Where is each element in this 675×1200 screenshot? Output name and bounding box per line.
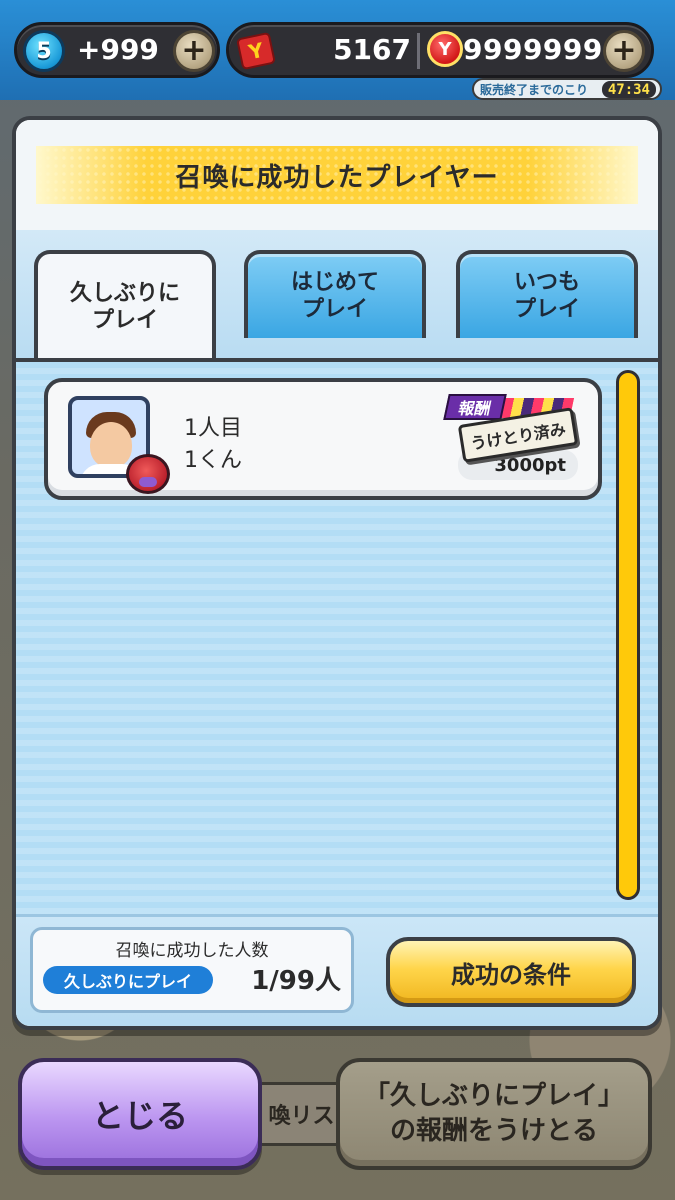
- close-button[interactable]: とじる: [18, 1058, 262, 1170]
- sale-label: 販売終了までのこり: [480, 82, 589, 97]
- money-icon: Y: [427, 31, 463, 67]
- count-value: 1/99人: [251, 966, 341, 996]
- list-scrollbar[interactable]: [616, 370, 640, 900]
- modal-footer: 召喚に成功した人数 久しぶりにプレイ 1/99人 成功の条件: [16, 914, 658, 1026]
- sale-countdown: 販売終了までのこり 47:34: [472, 78, 662, 100]
- ticket-icon: Y: [236, 31, 276, 71]
- status-bar: 5 +999 + Y 5167 Y 9999999 + 販売終了までのこり 47…: [0, 0, 675, 100]
- success-conditions-button[interactable]: 成功の条件: [386, 937, 636, 1007]
- add-stamina-button[interactable]: +: [173, 30, 215, 72]
- count-label: 召喚に成功した人数: [115, 941, 269, 961]
- avatar-face: [90, 422, 132, 468]
- currency-pill: Y 5167 Y 9999999 +: [226, 22, 654, 78]
- summon-success-modal: 召喚に成功したプレイヤー 久しぶりに プレイ はじめて プレイ いつも プレイ …: [12, 116, 662, 1030]
- reward-tag: 報酬: [443, 394, 507, 420]
- tabs-bar: 久しぶりに プレイ はじめて プレイ いつも プレイ: [16, 230, 658, 360]
- player-list[interactable]: 1人目 1くん 3000pt 報酬 うけとり済み: [16, 358, 658, 914]
- modal-title: 召喚に成功したプレイヤー: [175, 162, 499, 193]
- title-band: 召喚に成功したプレイヤー: [36, 146, 638, 204]
- tab-regular[interactable]: いつも プレイ: [456, 250, 638, 338]
- money-value: 9999999: [463, 33, 603, 66]
- success-count-box: 召喚に成功した人数 久しぶりにプレイ 1/99人: [30, 927, 354, 1013]
- ticket-value: 5167: [333, 33, 411, 66]
- tab-long-time[interactable]: 久しぶりに プレイ: [34, 250, 216, 360]
- add-money-button[interactable]: +: [603, 30, 645, 72]
- list-item[interactable]: 1人目 1くん 3000pt 報酬 うけとり済み: [44, 378, 602, 500]
- sale-timer: 47:34: [601, 81, 656, 98]
- count-category-badge: 久しぶりにプレイ: [43, 966, 213, 994]
- modal-header: 召喚に成功したプレイヤー: [16, 120, 658, 230]
- yokai-badge-icon: [126, 454, 170, 494]
- stamina-value: +999: [77, 33, 159, 66]
- currency-divider: [417, 33, 420, 69]
- stamina-pill: 5 +999 +: [14, 22, 220, 78]
- stamina-orb-icon: 5: [23, 30, 65, 72]
- receive-reward-button[interactable]: 「久しぶりにプレイ」 の報酬をうけとる: [336, 1058, 652, 1170]
- summon-list-button[interactable]: 喚リス: [262, 1082, 344, 1146]
- player-name: 1くん: [184, 448, 242, 473]
- tab-first-time[interactable]: はじめて プレイ: [244, 250, 426, 338]
- player-rank: 1人目: [184, 416, 242, 441]
